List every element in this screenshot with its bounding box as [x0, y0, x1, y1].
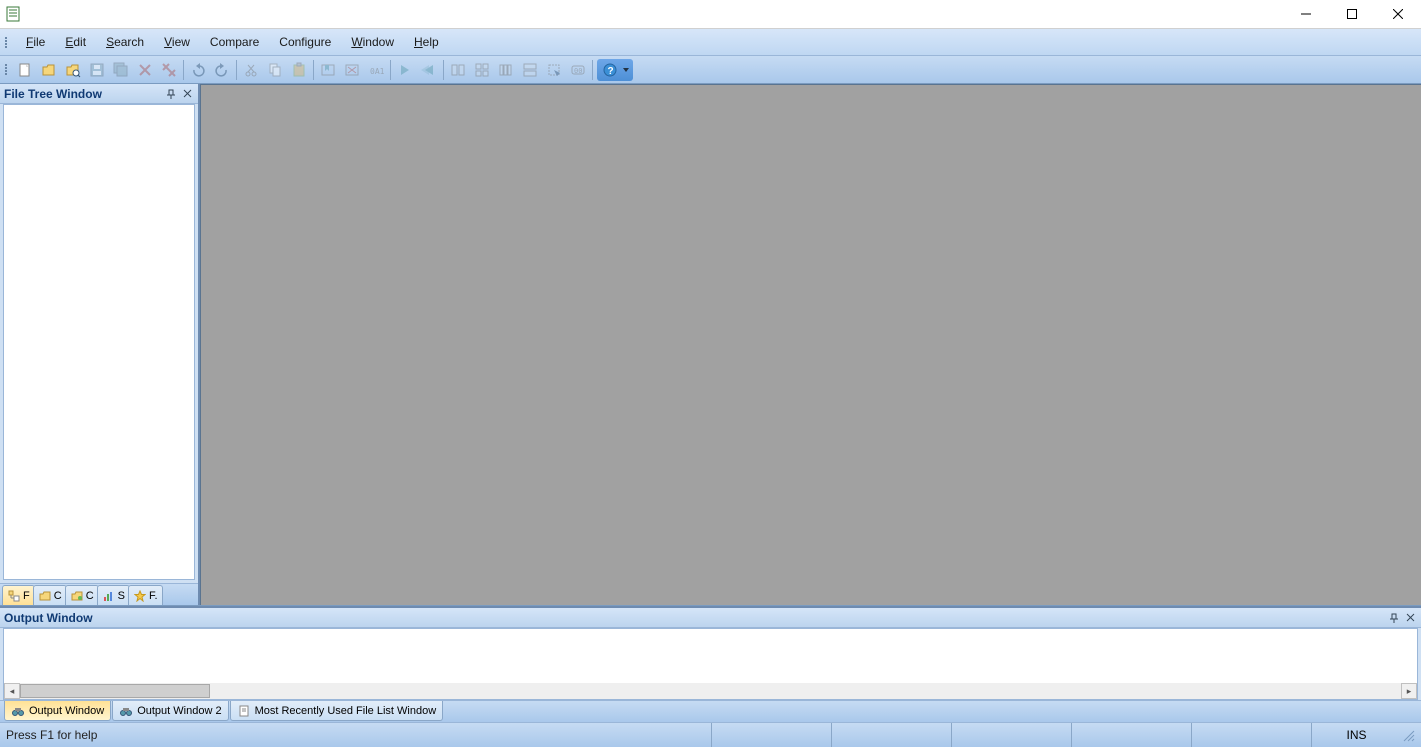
mdi-area [200, 84, 1421, 605]
tool-hex-button[interactable]: 00 [567, 59, 589, 81]
toolbar: 0A10 00 ? [0, 56, 1421, 84]
paste-button[interactable] [288, 59, 310, 81]
app-icon [6, 6, 22, 22]
file-tree-body[interactable] [3, 104, 195, 580]
menu-edit[interactable]: Edit [55, 32, 96, 52]
binoculars-icon [119, 704, 133, 718]
output-body[interactable]: ◂ ▸ [3, 628, 1418, 700]
open-file-button[interactable] [38, 59, 60, 81]
toolbar-grip[interactable] [4, 61, 10, 79]
copy-button[interactable] [264, 59, 286, 81]
clear-bookmarks-button[interactable] [341, 59, 363, 81]
file-tree-panel: File Tree Window F C C S [0, 84, 200, 605]
help-button[interactable]: ? [599, 59, 621, 81]
side-tab-f[interactable]: F. [128, 585, 163, 605]
nav-back-button[interactable] [418, 59, 440, 81]
menubar: File Edit Search View Compare Configure … [0, 29, 1421, 56]
svg-text:00: 00 [574, 67, 582, 75]
tree-file-icon [7, 589, 21, 603]
side-tab-label: F. [149, 590, 158, 602]
side-tab-label: C [54, 590, 62, 602]
close-all-button[interactable] [158, 59, 180, 81]
save-all-button[interactable] [110, 59, 132, 81]
output-header: Output Window [0, 608, 1421, 628]
output-tab-mru[interactable]: Most Recently Used File List Window [230, 701, 444, 721]
side-tab-label: C [86, 590, 94, 602]
tool-select-button[interactable] [543, 59, 565, 81]
help-dropdown[interactable] [621, 66, 631, 74]
menu-window[interactable]: Window [341, 32, 404, 52]
horizontal-scrollbar[interactable]: ◂ ▸ [4, 683, 1417, 699]
redo-button[interactable] [211, 59, 233, 81]
status-section-2 [831, 723, 951, 747]
scroll-left-arrow[interactable]: ◂ [4, 683, 20, 699]
side-tab-s[interactable]: S [97, 585, 130, 605]
menubar-grip[interactable] [4, 33, 10, 51]
side-tab-label: F [23, 590, 30, 602]
compare-three-button[interactable] [495, 59, 517, 81]
binoculars-icon [11, 704, 25, 718]
menu-file[interactable]: File [16, 32, 55, 52]
minimize-button[interactable] [1283, 0, 1329, 29]
side-tabs: F C C S F. [0, 583, 198, 605]
scroll-right-arrow[interactable]: ▸ [1401, 683, 1417, 699]
close-button[interactable] [1375, 0, 1421, 29]
file-tree-header: File Tree Window [0, 84, 198, 104]
undo-button[interactable] [187, 59, 209, 81]
side-tab-filetree[interactable]: F [2, 585, 35, 605]
statusbar: Press F1 for help INS [0, 722, 1421, 747]
pin-icon[interactable] [164, 87, 178, 101]
output-tab-1[interactable]: Output Window [4, 701, 111, 721]
folder-icon [38, 589, 52, 603]
menu-help[interactable]: Help [404, 32, 449, 52]
output-panel: Output Window ◂ ▸ Output Window Output W… [0, 606, 1421, 722]
folder2-icon [70, 589, 84, 603]
status-section-1 [711, 723, 831, 747]
output-tab-label: Output Window [29, 705, 104, 717]
scroll-track[interactable] [20, 683, 1401, 699]
workspace: File Tree Window F C C S [0, 84, 1421, 606]
menu-configure[interactable]: Configure [269, 32, 341, 52]
status-section-5 [1191, 723, 1311, 747]
save-button[interactable] [86, 59, 108, 81]
compare-rows-button[interactable] [519, 59, 541, 81]
svg-text:?: ? [608, 66, 614, 77]
status-section-4 [1071, 723, 1191, 747]
bar-chart-icon [102, 589, 116, 603]
cut-button[interactable] [240, 59, 262, 81]
svg-text:0A10: 0A10 [370, 67, 384, 76]
status-message: Press F1 for help [6, 728, 711, 742]
output-title: Output Window [4, 611, 1385, 625]
open-folder-button[interactable] [62, 59, 84, 81]
output-tab-label: Output Window 2 [137, 705, 221, 717]
compare-split-button[interactable] [447, 59, 469, 81]
output-tab-label: Most Recently Used File List Window [255, 705, 437, 717]
close-icon[interactable] [1403, 611, 1417, 625]
side-tab-c2[interactable]: C [65, 585, 99, 605]
maximize-button[interactable] [1329, 0, 1375, 29]
compare-grid-button[interactable] [471, 59, 493, 81]
output-tab-2[interactable]: Output Window 2 [112, 701, 228, 721]
menu-compare[interactable]: Compare [200, 32, 269, 52]
scroll-thumb[interactable] [20, 684, 210, 698]
nav-forward-button[interactable] [394, 59, 416, 81]
document-icon [237, 704, 251, 718]
resize-grip-icon[interactable] [1401, 728, 1415, 742]
pin-icon[interactable] [1387, 611, 1401, 625]
file-tree-title: File Tree Window [4, 87, 162, 101]
menu-view[interactable]: View [154, 32, 200, 52]
toggle-bookmark-button[interactable] [317, 59, 339, 81]
output-tabs: Output Window Output Window 2 Most Recen… [0, 700, 1421, 722]
status-section-3 [951, 723, 1071, 747]
side-tab-c1[interactable]: C [33, 585, 67, 605]
side-tab-label: S [118, 590, 125, 602]
binary-mode-button[interactable]: 0A10 [365, 59, 387, 81]
titlebar [0, 0, 1421, 29]
close-icon[interactable] [180, 87, 194, 101]
menu-search[interactable]: Search [96, 32, 154, 52]
new-file-button[interactable] [14, 59, 36, 81]
star-icon [133, 589, 147, 603]
status-insert-mode: INS [1311, 723, 1401, 747]
close-file-button[interactable] [134, 59, 156, 81]
